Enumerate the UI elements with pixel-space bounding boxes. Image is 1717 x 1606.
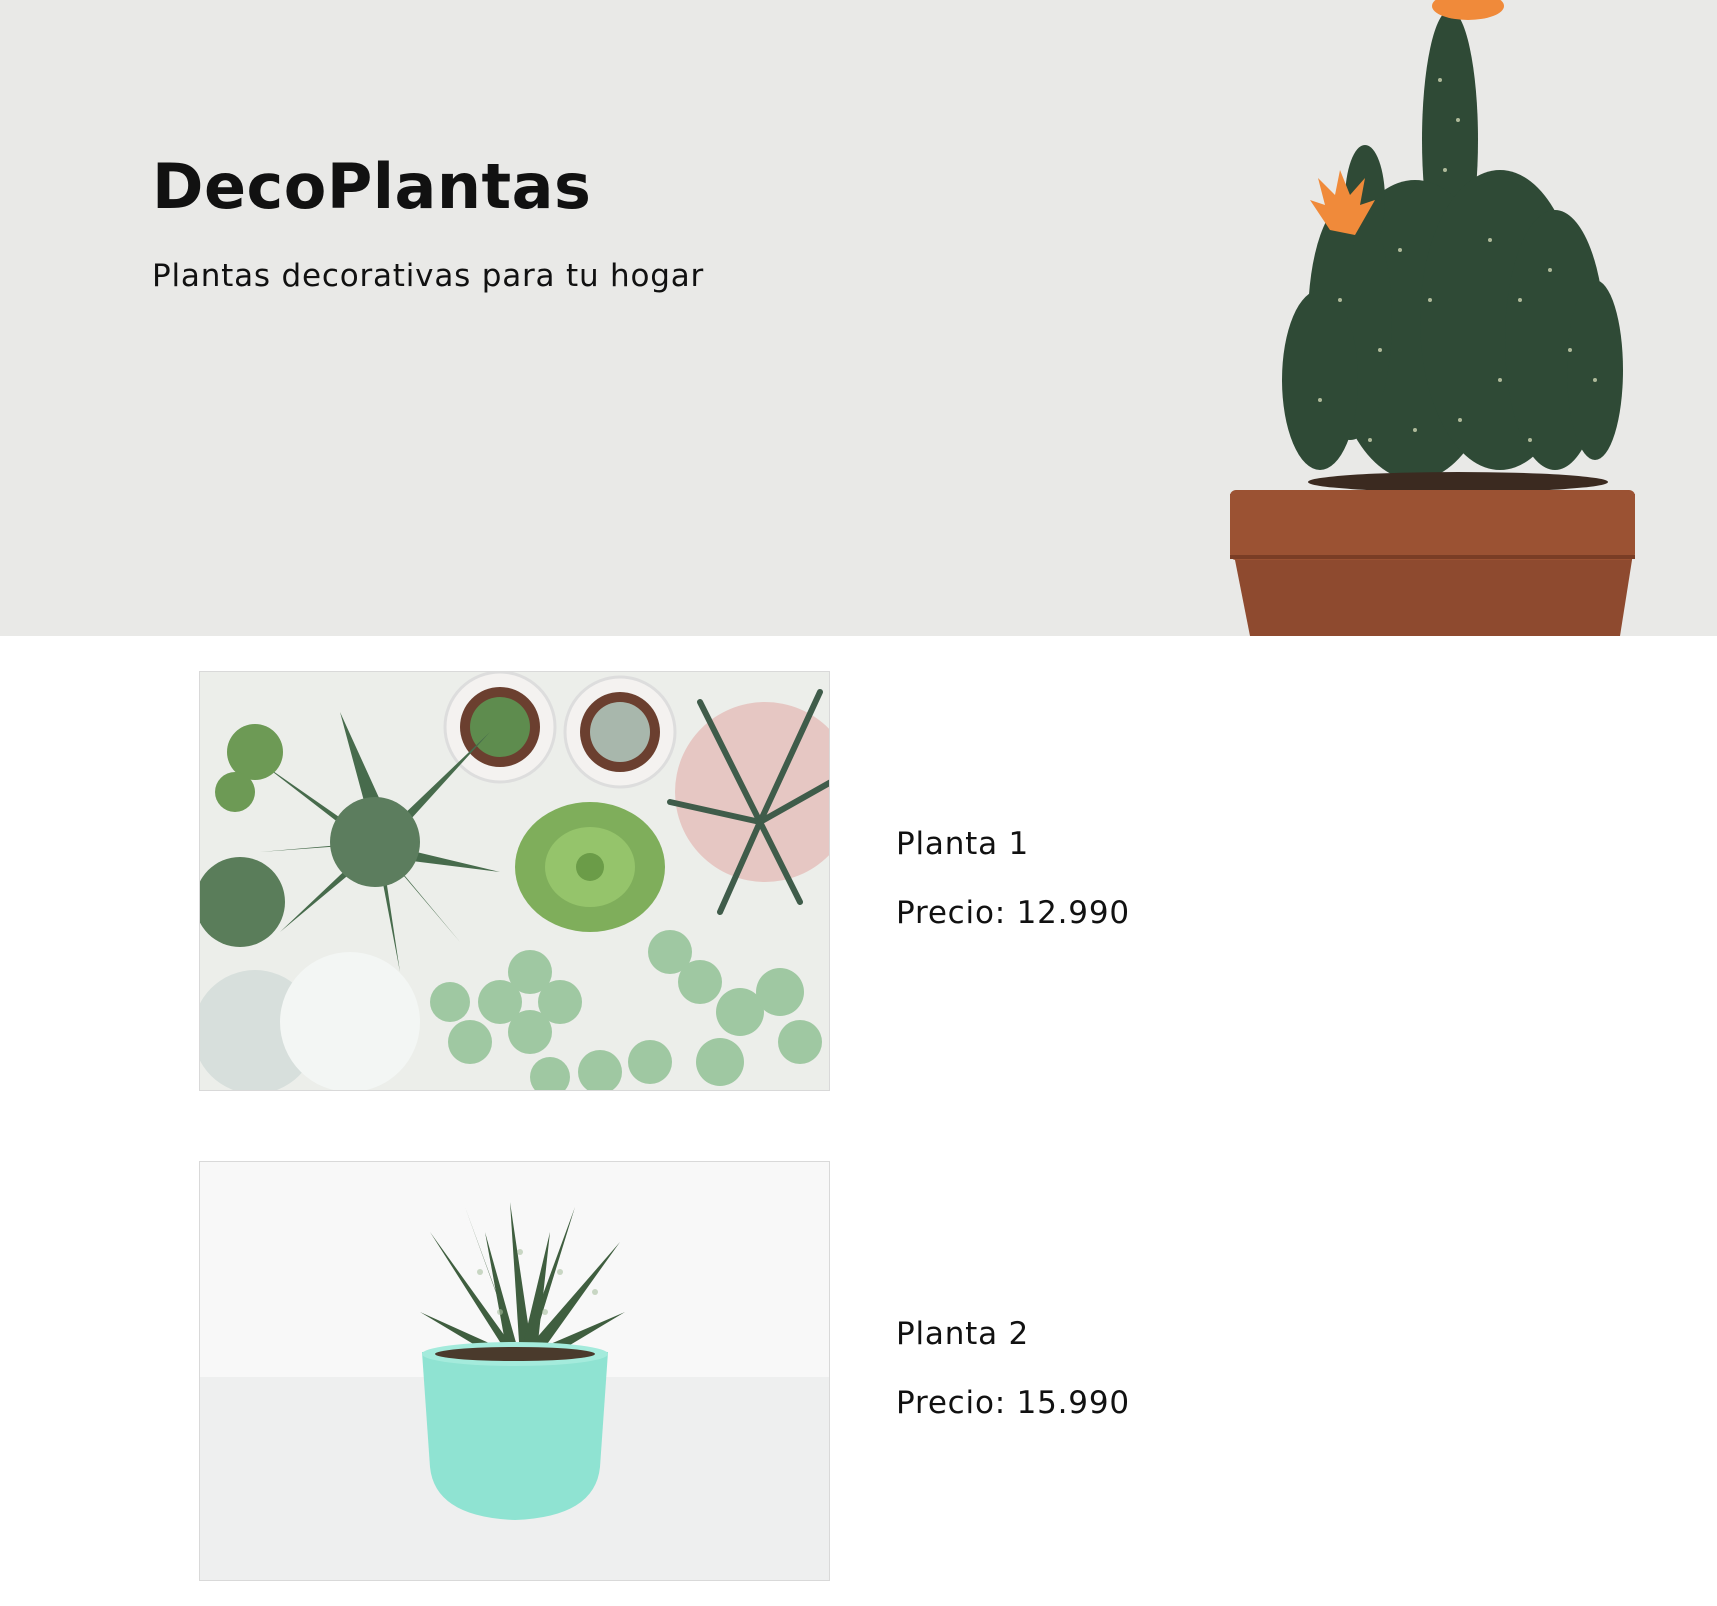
potted-haworthia-image	[200, 1162, 829, 1580]
product-1-price: Precio: 12.990	[896, 895, 1130, 931]
product-2-image[interactable]	[199, 1161, 830, 1581]
product-2-price: Precio: 15.990	[896, 1385, 1130, 1421]
site-title: DecoPlantas	[152, 150, 592, 223]
product-1-name: Planta 1	[896, 826, 1030, 862]
hero-banner: DecoPlantas Plantas decorativas para tu …	[0, 0, 1717, 636]
succulent-assortment-image	[200, 672, 829, 1090]
product-2-name: Planta 2	[896, 1316, 1030, 1352]
site-tagline: Plantas decorativas para tu hogar	[152, 258, 705, 294]
cactus-in-pot-image	[1230, 0, 1635, 636]
product-1-image[interactable]	[199, 671, 830, 1091]
